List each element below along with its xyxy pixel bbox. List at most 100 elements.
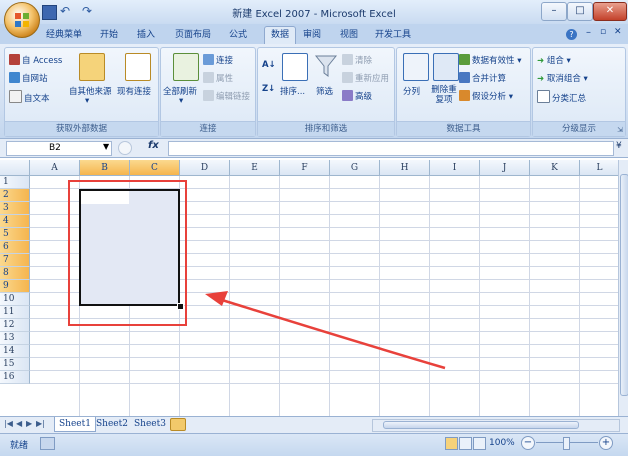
scroll-thumb[interactable]	[620, 174, 628, 396]
consolidate-button[interactable]: 合并计算	[459, 72, 506, 84]
subtotal-button[interactable]: 分类汇总	[537, 90, 586, 104]
tab-developer[interactable]: 开发工具	[375, 27, 411, 44]
connections-button[interactable]: 连接	[203, 54, 233, 66]
zoom-level[interactable]: 100%	[489, 438, 515, 448]
other-sources-button[interactable]: 自其他来源	[69, 85, 112, 97]
vertical-scrollbar[interactable]	[618, 160, 628, 416]
existing-connections-icon	[125, 53, 151, 81]
group-data-tools: 分列 删除重复项 数据有效性 ▾ 合并计算 假设分析 ▾ 数据工具	[396, 47, 531, 137]
tab-home[interactable]: 开始	[100, 27, 118, 44]
chevron-down-icon[interactable]: ▼	[103, 142, 109, 151]
normal-view-icon[interactable]	[445, 437, 458, 450]
insert-sheet-icon[interactable]	[170, 418, 186, 431]
properties-button[interactable]: 属性	[203, 72, 233, 84]
sort-button[interactable]: 排序...	[280, 85, 305, 97]
from-text-button[interactable]: 自文本	[9, 90, 50, 104]
from-web-button[interactable]: 自网站	[9, 72, 48, 84]
refresh-icon	[173, 53, 199, 81]
help-icon[interactable]: ?	[566, 29, 577, 40]
first-sheet-icon[interactable]: |◀	[4, 419, 13, 428]
worksheet-grid[interactable]: ABCDEFGHIJKL 1 2 3 4 5 6 7 8 9 10 11 12 13 14 15 16	[0, 160, 620, 416]
sheet-tab-3[interactable]: Sheet3	[134, 417, 166, 431]
group-connections: 全部刷新 ▾ 连接 属性 编辑链接 连接	[160, 47, 256, 137]
access-icon	[9, 54, 20, 65]
status-bar: 就绪 100% − +	[0, 433, 628, 456]
maximize-button[interactable]: □	[567, 2, 593, 21]
minimize-button[interactable]: –	[541, 2, 567, 21]
tab-formulas[interactable]: 公式	[229, 27, 247, 44]
filter-button[interactable]: 筛选	[316, 85, 333, 97]
other-sources-icon	[79, 53, 105, 81]
page-layout-view-icon[interactable]	[459, 437, 472, 450]
group-title: 获取外部数据	[5, 121, 158, 136]
subtotal-icon	[537, 90, 550, 103]
existing-connections-button[interactable]: 现有连接	[117, 85, 151, 97]
group-title: 排序和筛选	[258, 121, 394, 136]
text-to-columns-button[interactable]: 分列	[403, 85, 420, 97]
sort-descending-icon[interactable]: Z↓	[262, 84, 275, 94]
tab-data[interactable]: 数据	[264, 26, 297, 45]
sheet-tab-bar: |◀ ◀ ▶ ▶| Sheet1 Sheet2 Sheet3	[0, 416, 628, 433]
ungroup-button[interactable]: ➜ 取消组合 ▾	[537, 72, 588, 84]
group-title: 连接	[161, 121, 255, 136]
web-icon	[9, 72, 20, 83]
filter-icon	[314, 55, 338, 77]
zoom-slider-thumb[interactable]	[563, 437, 570, 450]
tab-page-layout[interactable]: 页面布局	[175, 27, 211, 44]
reapply-icon	[342, 72, 353, 83]
clear-icon	[342, 54, 353, 65]
group-title: 数据工具	[397, 121, 530, 136]
macro-record-icon[interactable]	[40, 437, 55, 450]
office-button[interactable]	[4, 2, 40, 38]
expand-formula-bar-icon[interactable]: ¥	[616, 141, 622, 151]
last-sheet-icon[interactable]: ▶|	[36, 419, 45, 428]
properties-icon	[203, 72, 214, 83]
ribbon: 自 Access 自网站 自文本 自其他来源 ▾ 现有连接 获取外部数据 全部刷…	[0, 44, 628, 139]
status-text: 就绪	[10, 441, 29, 451]
insert-function-button[interactable]: fx	[148, 140, 159, 151]
from-access-button[interactable]: 自 Access	[9, 54, 62, 66]
title-bar: ↶ ↷ 新建 Excel 2007 - Microsoft Excel – □ …	[0, 0, 628, 25]
close-button[interactable]: ✕	[593, 2, 627, 21]
advanced-filter-icon	[342, 90, 353, 101]
minus-icon: ➜	[537, 74, 545, 84]
remove-duplicates-icon	[433, 53, 459, 81]
group-title: 分级显示	[533, 121, 625, 136]
plus-icon: ➜	[537, 56, 545, 66]
ribbon-minimize-icon[interactable]: –	[586, 27, 591, 38]
text-file-icon	[9, 90, 22, 103]
reapply-button[interactable]: 重新应用	[342, 72, 389, 84]
sort-icon	[282, 53, 308, 81]
tab-review[interactable]: 审阅	[303, 27, 321, 44]
remove-duplicates-button[interactable]: 删除重复项	[429, 85, 459, 105]
tab-view[interactable]: 视图	[340, 27, 358, 44]
zoom-in-icon[interactable]: +	[599, 436, 613, 450]
page-break-view-icon[interactable]	[473, 437, 486, 450]
data-validation-button[interactable]: 数据有效性 ▾	[459, 54, 521, 66]
sheet-tab-1[interactable]: Sheet1	[54, 417, 96, 432]
next-sheet-icon[interactable]: ▶	[26, 419, 32, 428]
name-box[interactable]: B2 ▼	[6, 141, 112, 156]
horizontal-scrollbar[interactable]	[372, 419, 620, 432]
zoom-out-icon[interactable]: −	[521, 436, 535, 450]
edit-links-button[interactable]: 编辑链接	[203, 90, 250, 102]
ribbon-restore-icon[interactable]: ▫	[600, 27, 606, 37]
group-button[interactable]: ➜ 组合 ▾	[537, 54, 571, 66]
advanced-filter-button[interactable]: 高级	[342, 90, 372, 102]
scroll-thumb[interactable]	[383, 421, 579, 429]
dialog-launcher-icon[interactable]: ⇲	[617, 126, 623, 134]
group-sort-filter: A↓ Z↓ 排序... 筛选 清除 重新应用 高级 排序和筛选	[257, 47, 395, 137]
sheet-tab-2[interactable]: Sheet2	[96, 417, 128, 431]
prev-sheet-icon[interactable]: ◀	[16, 419, 22, 428]
sort-ascending-icon[interactable]: A↓	[262, 60, 276, 70]
tab-insert[interactable]: 插入	[137, 27, 155, 44]
ribbon-close-icon[interactable]: ✕	[614, 27, 622, 37]
formula-input[interactable]	[168, 141, 614, 156]
validation-icon	[459, 54, 470, 65]
tab-classic-menu[interactable]: 经典菜单	[46, 27, 82, 44]
what-if-button[interactable]: 假设分析 ▾	[459, 90, 513, 102]
name-box-value: B2	[49, 143, 61, 153]
office-logo-icon	[15, 13, 29, 27]
cancel-entry-icon[interactable]	[118, 141, 132, 155]
clear-button[interactable]: 清除	[342, 54, 372, 66]
